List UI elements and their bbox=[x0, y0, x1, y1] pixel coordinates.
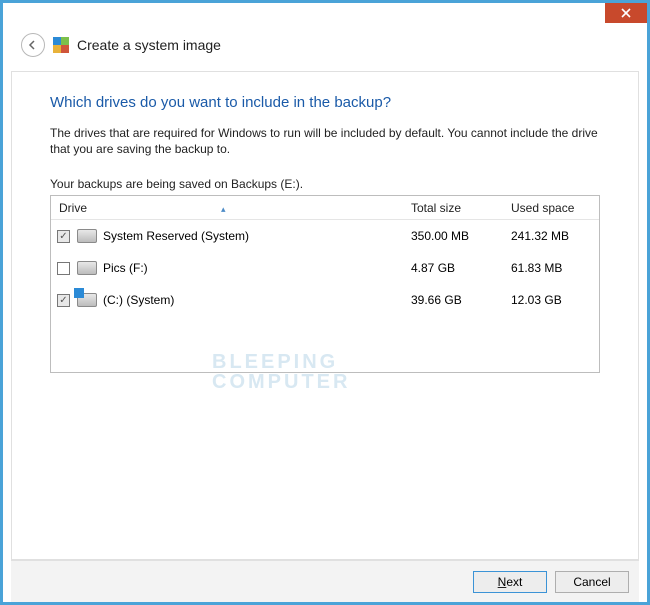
column-header-total[interactable]: Total size bbox=[411, 201, 511, 215]
drive-name: (C:) (System) bbox=[103, 293, 411, 307]
drive-icon bbox=[77, 229, 103, 243]
system-image-icon bbox=[53, 37, 69, 53]
column-header-drive-label: Drive bbox=[59, 201, 87, 215]
checkbox-checked-disabled: ✓ bbox=[57, 294, 70, 307]
cancel-button[interactable]: Cancel bbox=[555, 571, 629, 593]
next-button-label: ext bbox=[506, 575, 522, 589]
header-row: Create a system image bbox=[3, 29, 647, 71]
table-header: Drive ▴ Total size Used space bbox=[51, 196, 599, 220]
save-location-text: Your backups are being saved on Backups … bbox=[50, 177, 600, 191]
footer-bar: Next Cancel bbox=[11, 560, 639, 602]
drive-total: 39.66 GB bbox=[411, 293, 511, 307]
drive-name: System Reserved (System) bbox=[103, 229, 411, 243]
drive-used: 61.83 MB bbox=[511, 261, 599, 275]
drive-icon bbox=[77, 293, 103, 307]
question-heading: Which drives do you want to include in t… bbox=[50, 94, 600, 111]
watermark-line: COMPUTER bbox=[212, 372, 350, 392]
content-wrap: Which drives do you want to include in t… bbox=[3, 71, 647, 602]
content-panel: Which drives do you want to include in t… bbox=[11, 71, 639, 560]
drive-name: Pics (F:) bbox=[103, 261, 411, 275]
table-row[interactable]: ✓ (C:) (System) 39.66 GB 12.03 GB bbox=[51, 284, 599, 316]
checkbox-unchecked[interactable] bbox=[57, 262, 70, 275]
back-button[interactable] bbox=[21, 33, 45, 57]
page-title: Create a system image bbox=[77, 37, 221, 53]
windows-flag-icon bbox=[74, 288, 84, 298]
description-text: The drives that are required for Windows… bbox=[50, 125, 600, 157]
checkbox-checked-disabled: ✓ bbox=[57, 230, 70, 243]
drive-used: 241.32 MB bbox=[511, 229, 599, 243]
wizard-window: Create a system image Which drives do yo… bbox=[0, 0, 650, 605]
drive-table: Drive ▴ Total size Used space ✓ System R… bbox=[50, 195, 600, 373]
close-icon bbox=[621, 8, 631, 18]
drive-total: 4.87 GB bbox=[411, 261, 511, 275]
close-button[interactable] bbox=[605, 3, 647, 23]
sort-indicator-icon: ▴ bbox=[221, 204, 226, 215]
drive-total: 350.00 MB bbox=[411, 229, 511, 243]
drive-icon bbox=[77, 261, 103, 275]
table-row[interactable]: ✓ System Reserved (System) 350.00 MB 241… bbox=[51, 220, 599, 252]
row-checkbox[interactable] bbox=[57, 262, 77, 275]
drive-used: 12.03 GB bbox=[511, 293, 599, 307]
row-checkbox: ✓ bbox=[57, 230, 77, 243]
column-header-used[interactable]: Used space bbox=[511, 201, 599, 215]
table-row[interactable]: Pics (F:) 4.87 GB 61.83 MB bbox=[51, 252, 599, 284]
next-button[interactable]: Next bbox=[473, 571, 547, 593]
column-header-drive[interactable]: Drive ▴ bbox=[51, 201, 411, 215]
titlebar bbox=[3, 3, 647, 29]
arrow-left-icon bbox=[27, 39, 39, 51]
